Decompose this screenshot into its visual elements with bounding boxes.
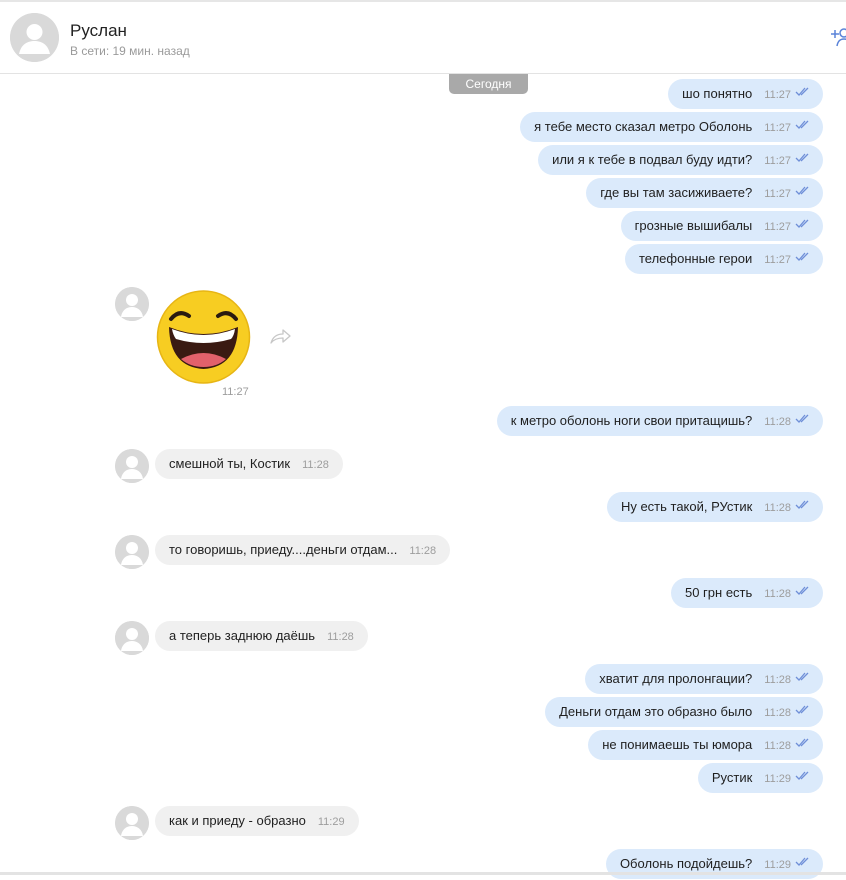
double-check-icon	[795, 210, 810, 240]
message-text: как и приеду - образно	[169, 813, 306, 828]
message-time: 11:28	[764, 707, 791, 719]
message-text: я тебе место сказал метро Оболонь	[534, 119, 753, 134]
message-time: 11:27	[764, 122, 791, 134]
sender-avatar[interactable]	[115, 806, 149, 840]
message-text: Ну есть такой, РУстик	[620, 499, 753, 514]
message-incoming[interactable]: смешной ты, Костик 11:28	[155, 449, 343, 479]
message-time: 11:28	[764, 502, 791, 514]
message-outgoing[interactable]: не понимаешь ты юмора 11:28	[588, 730, 823, 760]
double-check-icon	[795, 111, 810, 141]
message-time: 11:28	[327, 631, 354, 643]
double-check-icon	[795, 405, 810, 435]
double-check-icon	[795, 491, 810, 521]
message-time: 11:27	[764, 155, 791, 167]
message-text: где вы там засиживаете?	[600, 185, 753, 200]
message-text: Оболонь подойдешь?	[619, 856, 753, 871]
message-time: 11:28	[302, 459, 329, 471]
message-text: 50 грн есть	[684, 585, 753, 600]
message-time: 11:27	[764, 221, 791, 233]
message-time: 11:27	[764, 254, 791, 266]
message-text: а теперь заднюю даёшь	[169, 628, 316, 643]
double-check-icon	[795, 696, 810, 726]
sender-avatar[interactable]	[115, 621, 149, 655]
contact-name[interactable]: Руслан	[70, 21, 127, 41]
message-text: смешной ты, Костик	[169, 456, 291, 471]
message-outgoing[interactable]: 50 грн есть 11:28	[670, 577, 823, 608]
message-outgoing[interactable]: Деньги отдам это образно было 11:28	[545, 697, 823, 727]
share-icon[interactable]	[270, 328, 292, 349]
message-time: 11:29	[764, 773, 791, 785]
double-check-icon	[795, 729, 810, 759]
double-check-icon	[795, 663, 810, 693]
add-participant-icon[interactable]	[831, 26, 846, 48]
contact-status: В сети: 19 мин. назад	[70, 44, 190, 58]
double-check-icon	[795, 177, 810, 207]
double-check-icon	[795, 243, 810, 273]
message-time: 11:28	[764, 674, 791, 686]
message-incoming[interactable]: как и приеду - образно 11:29	[155, 806, 359, 836]
message-time: 11:28	[764, 588, 791, 600]
message-outgoing[interactable]: где вы там засиживаете? 11:27	[586, 178, 823, 208]
message-outgoing[interactable]: Ну есть такой, РУстик 11:28	[606, 491, 823, 522]
message-outgoing[interactable]: хватит для пролонгации? 11:28	[585, 664, 823, 694]
message-text: телефонные герои	[638, 251, 753, 266]
message-outgoing[interactable]: шо понятно 11:27	[668, 79, 823, 109]
message-time: 11:28	[409, 545, 437, 557]
message-outgoing[interactable]: телефонные герои 11:27	[624, 243, 823, 274]
message-text: или я к тебе в подвал буду идти?	[552, 152, 753, 167]
message-time: 11:28	[764, 740, 791, 752]
message-text: грозные вышибалы	[634, 218, 753, 233]
message-text: не понимаешь ты юмора	[602, 737, 753, 752]
message-outgoing[interactable]: Рустик 11:29	[697, 762, 823, 793]
message-time: 11:27	[764, 188, 791, 200]
message-time: 11:27	[764, 89, 791, 101]
message-text: шо понятно	[682, 86, 753, 101]
double-check-icon	[795, 577, 810, 607]
message-text: хватит для пролонгации?	[599, 671, 753, 686]
message-time: 11:29	[764, 859, 791, 871]
chat-header: Руслан В сети: 19 мин. назад	[0, 2, 846, 74]
date-separator: Сегодня	[449, 74, 528, 94]
sender-avatar[interactable]	[115, 535, 149, 569]
message-list[interactable]: Сегодня шо понятно 11:27 я тебе место ска…	[0, 74, 846, 879]
message-text: то говоришь, приеду....деньги отдам...	[169, 542, 398, 557]
message-text: к метро оболонь ноги свои притащишь?	[510, 413, 753, 428]
double-check-icon	[795, 144, 810, 174]
message-text: Рустик	[711, 770, 753, 785]
message-outgoing[interactable]: или я к тебе в подвал буду идти? 11:27	[538, 145, 823, 175]
double-check-icon	[795, 762, 810, 792]
message-time: 11:27	[222, 386, 249, 398]
message-incoming[interactable]: то говоришь, приеду....деньги отдам... 11…	[155, 535, 451, 565]
message-text: Деньги отдам это образно было	[559, 704, 753, 719]
message-outgoing[interactable]: к метро оболонь ноги свои притащишь? 11:2…	[496, 405, 823, 436]
message-outgoing[interactable]: грозные вышибалы 11:27	[620, 210, 823, 241]
contact-avatar[interactable]	[10, 13, 59, 62]
message-time: 11:29	[317, 816, 345, 828]
message-time: 11:28	[764, 416, 791, 428]
sender-avatar[interactable]	[115, 449, 149, 483]
laughing-sticker-icon[interactable]	[155, 289, 252, 384]
double-check-icon	[795, 78, 810, 108]
message-incoming[interactable]: а теперь заднюю даёшь 11:28	[155, 621, 368, 651]
sender-avatar[interactable]	[115, 287, 149, 321]
message-outgoing[interactable]: я тебе место сказал метро Оболонь 11:27	[520, 112, 823, 142]
